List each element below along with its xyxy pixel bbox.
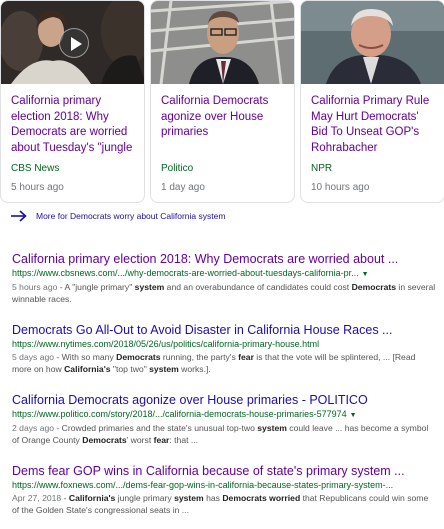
result-url: https://www.nytimes.com/2018/05/26/us/po… [12, 338, 437, 351]
result-url: https://www.politico.com/story/2018/.../… [12, 408, 437, 422]
result-snippet: 5 hours ago - A "jungle primary" system … [12, 281, 437, 305]
highlighted-term: California's [64, 364, 111, 374]
story-source: Politico [161, 163, 194, 174]
snippet-text: - [61, 493, 69, 503]
snippet-text: - With so many [54, 352, 117, 362]
story-thumbnail [301, 1, 444, 84]
highlighted-term: Democrats [116, 352, 161, 362]
story-thumbnail [151, 1, 294, 84]
highlighted-term: Democrats worried [222, 493, 301, 503]
highlighted-term: Democrats [351, 282, 397, 292]
snippet-text: works.]. [178, 364, 211, 374]
result-date: Apr 27, 2018 [12, 493, 62, 503]
snippet-text: ' worst [126, 435, 154, 445]
highlighted-term: system [149, 364, 179, 374]
story-card[interactable]: California Primary Rule May Hurt Democra… [300, 0, 444, 203]
highlighted-term: fear [153, 435, 170, 445]
result-url-text: https://www.foxnews.com/.../dems-fear-go… [12, 480, 394, 490]
result-title-link[interactable]: Democrats Go All-Out to Avoid Disaster i… [12, 322, 437, 338]
result-title-link[interactable]: California primary election 2018: Why De… [12, 251, 437, 267]
dropdown-caret-icon[interactable]: ▼ [362, 271, 369, 278]
story-card[interactable]: California primary election 2018: Why De… [0, 0, 145, 203]
snippet-text: and an overabundance of candidates could… [164, 282, 352, 292]
highlighted-term: California's [68, 493, 116, 503]
highlighted-term: Democrats [82, 435, 127, 445]
dropdown-caret-icon[interactable]: ▼ [350, 412, 357, 419]
result-snippet: Apr 27, 2018 - California's jungle prima… [12, 492, 437, 516]
snippet-text: - Crowded primaries and the state's unus… [54, 423, 258, 433]
snippet-text: running, the party's [160, 352, 239, 362]
result-date: 5 days ago [12, 352, 55, 362]
snippet-text: jungle primary [115, 493, 175, 503]
result-url: https://www.cbsnews.com/.../why-democrat… [12, 267, 437, 281]
highlighted-term: system [257, 423, 287, 433]
result-url: https://www.foxnews.com/.../dems-fear-go… [12, 479, 437, 492]
play-video-icon[interactable] [59, 28, 89, 58]
search-result: Democrats Go All-Out to Avoid Disaster i… [12, 322, 437, 375]
more-stories-label: More for Democrats worry about Californi… [36, 211, 226, 221]
search-result: California primary election 2018: Why De… [12, 251, 437, 305]
arrow-right-icon [11, 210, 27, 222]
story-source: CBS News [11, 163, 60, 174]
highlighted-term: fear [238, 352, 254, 362]
result-date: 5 hours ago [12, 282, 58, 292]
result-url-text: https://www.cbsnews.com/.../why-democrat… [12, 268, 359, 278]
story-time: 1 day ago [161, 182, 205, 193]
snippet-text: has [203, 493, 223, 503]
highlighted-term: system [134, 282, 165, 292]
highlighted-term: system [174, 493, 204, 503]
result-url-text: https://www.nytimes.com/2018/05/26/us/po… [12, 339, 320, 349]
result-snippet: 2 days ago - Crowded primaries and the s… [12, 422, 437, 446]
result-title-link[interactable]: California Democrats agonize over House … [12, 392, 437, 408]
story-thumbnail [1, 1, 144, 84]
search-result: Dems fear GOP wins in California because… [12, 463, 437, 516]
story-title: California Primary Rule May Hurt Democra… [311, 95, 430, 154]
result-title-link[interactable]: Dems fear GOP wins in California because… [12, 463, 437, 479]
snippet-text: "top two" [110, 364, 150, 374]
story-source: NPR [311, 163, 333, 174]
snippet-text: : that ... [169, 435, 199, 445]
story-title: California primary election 2018: Why De… [11, 95, 133, 154]
result-date: 2 days ago [12, 423, 55, 433]
result-snippet: 5 days ago - With so many Democrats runn… [12, 351, 437, 375]
more-stories-link[interactable]: More for Democrats worry about Californi… [10, 208, 225, 224]
story-card[interactable]: California Democrats agonize over House … [150, 0, 295, 203]
story-title: California Democrats agonize over House … [161, 95, 269, 138]
snippet-text: - A "jungle primary" [57, 282, 135, 292]
result-url-text: https://www.politico.com/story/2018/.../… [12, 409, 347, 419]
story-time: 10 hours ago [311, 182, 370, 193]
story-time: 5 hours ago [11, 182, 64, 193]
top-stories-carousel: California primary election 2018: Why De… [0, 0, 444, 205]
search-result: California Democrats agonize over House … [12, 392, 437, 446]
